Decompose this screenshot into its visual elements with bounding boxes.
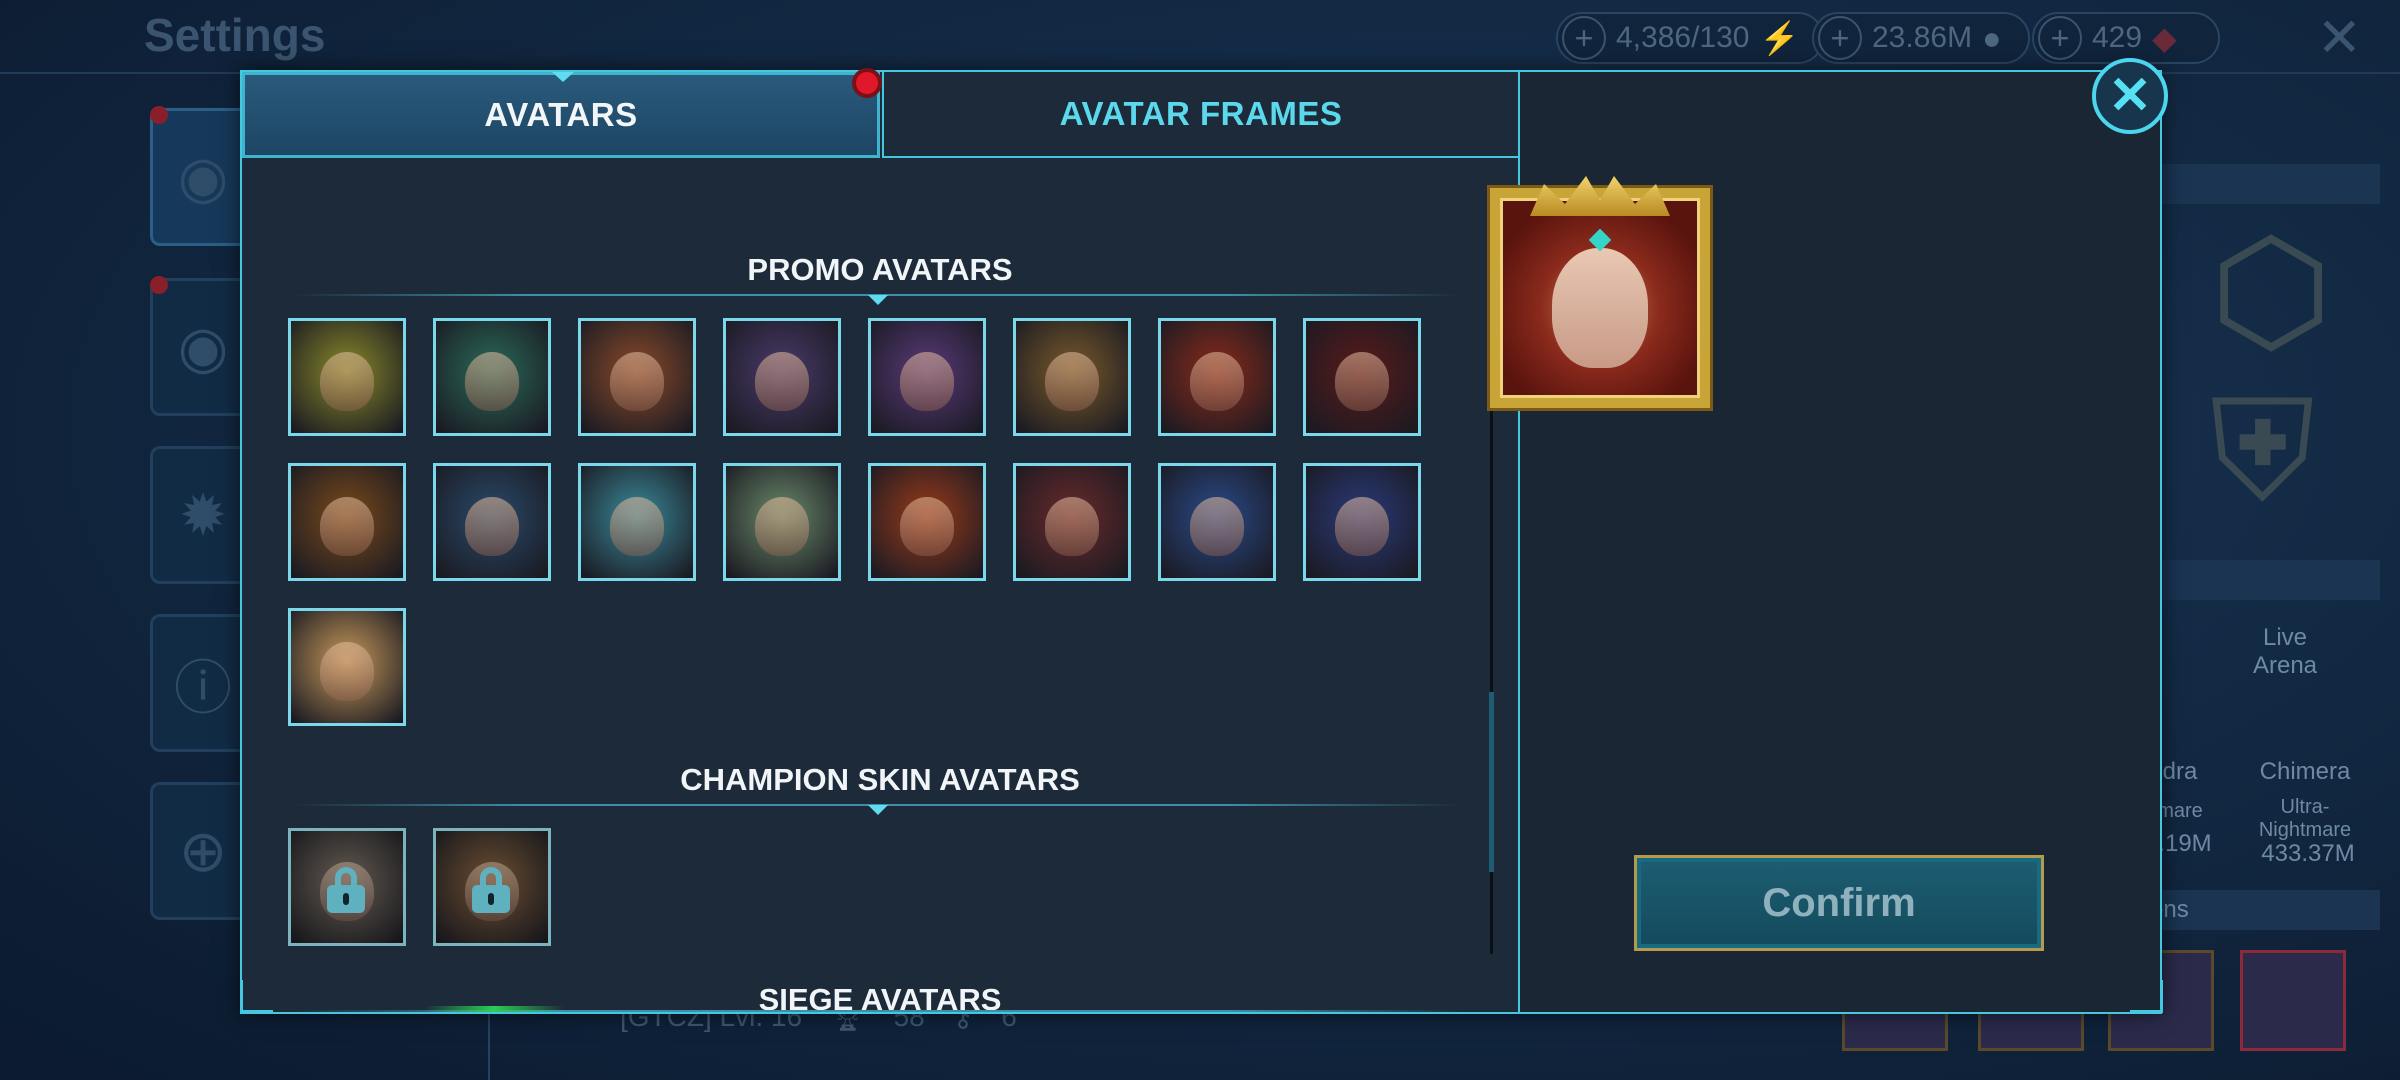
silver-resource[interactable]: + 23.86M ● <box>1812 12 2030 64</box>
avatar-face <box>1190 497 1244 556</box>
tab-avatars-label: AVATARS <box>484 96 638 133</box>
siege-avatar-peek <box>424 1006 564 1012</box>
avatar-face <box>1335 352 1389 411</box>
avatar-face <box>755 352 809 411</box>
emblem-icon: ⬡ <box>2210 212 2333 369</box>
avatar-face <box>1335 497 1389 556</box>
confirm-label: Confirm <box>1762 880 1916 925</box>
golden-tiara-elf-avatar[interactable] <box>1158 463 1276 581</box>
avatar-face <box>465 497 519 556</box>
red-dragon-knight-avatar[interactable] <box>1158 318 1276 436</box>
tab-avatars[interactable]: AVATARS <box>242 72 880 158</box>
dark-haired-lady-avatar[interactable] <box>1303 318 1421 436</box>
user-icon: ◉ <box>177 145 229 210</box>
dark-haired-woman-avatar[interactable] <box>723 318 841 436</box>
avatar-face <box>320 497 374 556</box>
bg-panel-header: ons <box>2140 890 2380 930</box>
active-tab-indicator <box>552 72 574 82</box>
avatar-face <box>465 352 519 411</box>
bandana-man-avatar[interactable] <box>288 463 406 581</box>
plus-icon[interactable]: + <box>2038 16 2082 60</box>
section-title-promo: PROMO AVATARS <box>747 252 1013 287</box>
bg-panel-header: s <box>2140 164 2380 204</box>
gem-value: 429 <box>2092 21 2143 54</box>
ice-beast-avatar[interactable] <box>578 463 696 581</box>
avatar-face <box>320 642 374 701</box>
golden-skull-avatar[interactable] <box>868 318 986 436</box>
avatar-face <box>755 497 809 556</box>
section-indicator <box>868 295 888 305</box>
energy-resource[interactable]: + 4,386/130 ⚡ <box>1556 12 1824 64</box>
info-icon: ⓘ <box>173 656 232 721</box>
gem-icon: ◆ <box>2152 20 2177 56</box>
lock-icon <box>470 867 514 913</box>
avatar-grid[interactable]: PROMO AVATARS CHAMPION SKIN AVATARS SIEG… <box>242 158 1518 1012</box>
scarred-soldier-avatar[interactable] <box>1303 463 1421 581</box>
confirm-button[interactable]: Confirm <box>1634 855 2044 951</box>
team-portrait <box>2240 950 2346 1051</box>
bg-panel-header <box>2140 560 2380 600</box>
avatar-face <box>1190 352 1244 411</box>
golden-masked-avatar[interactable] <box>433 318 551 436</box>
white-owl-avatar[interactable] <box>723 463 841 581</box>
avatar-face <box>900 352 954 411</box>
chimera-label: Chimera <box>2259 758 2351 785</box>
energy-value: 4,386/130 <box>1616 21 1750 54</box>
frame-corner <box>2130 980 2163 1013</box>
red-haired-priestess-avatar[interactable] <box>288 608 406 726</box>
notification-dot <box>150 106 168 124</box>
globe-icon: ⊕ <box>178 819 228 884</box>
frame-corner <box>240 980 273 1013</box>
notification-dot <box>150 276 168 294</box>
section-indicator <box>868 805 888 815</box>
lock-icon <box>325 867 369 913</box>
avatar-face <box>610 352 664 411</box>
tab-avatar-frames-label: AVATAR FRAMES <box>1059 95 1343 132</box>
avatar-face <box>1045 352 1099 411</box>
chimera-difficulty: Ultra-Nightmare <box>2258 796 2352 841</box>
plus-icon[interactable]: + <box>1818 16 1862 60</box>
tab-avatar-frames[interactable]: AVATAR FRAMES <box>882 72 1518 158</box>
plus-icon[interactable]: + <box>1562 16 1606 60</box>
blue-ent-avatar[interactable] <box>433 463 551 581</box>
avatar-face <box>320 352 374 411</box>
close-icon[interactable]: ✕ <box>2092 58 2168 134</box>
frog-warrior-avatar[interactable] <box>288 318 406 436</box>
locked-elf-avatar[interactable] <box>288 828 406 946</box>
notification-dot <box>852 68 882 98</box>
locked-beast-avatar[interactable] <box>433 828 551 946</box>
gear-icon: ✹ <box>178 483 228 548</box>
section-title-champion-skin: CHAMPION SKIN AVATARS <box>680 762 1080 797</box>
avatar-face <box>900 497 954 556</box>
chimera-damage: 433.37M <box>2261 840 2355 867</box>
scrollbar-thumb[interactable] <box>1489 692 1494 872</box>
user-icon: ◉ <box>177 315 229 380</box>
settings-title: Settings <box>144 9 326 61</box>
crusader-knight-avatar[interactable] <box>1013 463 1131 581</box>
blue-visor-warrior-avatar[interactable] <box>578 318 696 436</box>
silver-value: 23.86M <box>1872 21 1973 54</box>
teal-crowned-elf-avatar[interactable] <box>1013 318 1131 436</box>
gem-resource[interactable]: + 429 ◆ <box>2032 12 2220 64</box>
silver-icon: ● <box>1982 19 2002 56</box>
dragon-shield-icon: ⛨ <box>2210 372 2316 529</box>
energy-icon: ⚡ <box>1759 20 1800 56</box>
preview-face <box>1552 248 1648 368</box>
fire-demon-avatar[interactable] <box>868 463 986 581</box>
avatar-face <box>610 497 664 556</box>
live-arena-label: Live Arena <box>2252 624 2318 679</box>
avatar-face <box>1045 497 1099 556</box>
close-icon[interactable]: ✕ <box>2317 6 2362 69</box>
